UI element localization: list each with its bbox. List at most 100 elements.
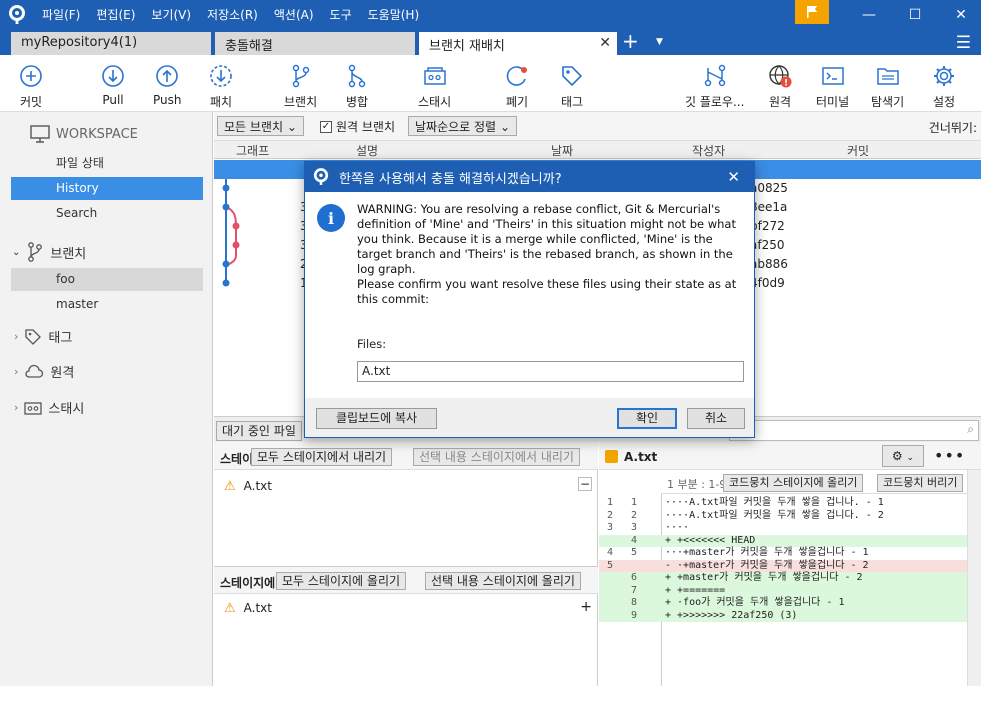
stash-button[interactable]: 스태시	[418, 63, 451, 110]
sidebar-item-history[interactable]: History	[11, 177, 203, 200]
stage-hunk-button[interactable]: 코드뭉치 스테이지에 올리기	[723, 474, 864, 492]
diff-pane: A.txt ⚙ ⌄ ••• 1 부분 : 1-9 코드뭉치 스테이지에 올리기 …	[599, 442, 981, 686]
tab-myrepository4[interactable]: myRepository4(1)	[11, 32, 211, 55]
close-icon[interactable]: ✕	[727, 168, 740, 186]
terminal-label: 터미널	[816, 95, 850, 109]
tab-branch-rebase[interactable]: 브랜치 재배치 ✕	[419, 32, 617, 55]
branches-header[interactable]: ⌄ 브랜치	[12, 242, 86, 262]
gear-icon	[934, 66, 954, 86]
menu-actions[interactable]: 액션(A)	[274, 6, 314, 23]
sidebar-item-search[interactable]: Search	[11, 202, 203, 225]
diff-line: 4 5 ···+master가 커밋을 두개 쌓을겁니다 - 1	[606, 547, 869, 558]
tag-button[interactable]: 태그	[559, 63, 585, 110]
menu-help[interactable]: 도움말(H)	[368, 6, 420, 23]
search-input[interactable]: ⌕	[729, 420, 979, 441]
commit-hash: a0825	[750, 181, 788, 195]
git-flow-label: 깃 플로우...	[685, 95, 745, 109]
skip-label: 건너뛰기:	[928, 121, 977, 135]
unstage-selected-button[interactable]: 선택 내용 스테이지에서 내리기	[413, 448, 580, 466]
chevron-down-icon[interactable]: ▼	[656, 37, 663, 47]
explorer-button[interactable]: 탐색기	[871, 63, 904, 110]
git-flow-button[interactable]: 깃 플로우...	[685, 63, 744, 110]
sidebar-item-branch-master[interactable]: master	[11, 293, 203, 316]
menu-view[interactable]: 보기(V)	[151, 6, 191, 23]
discard-button[interactable]: 폐기	[504, 63, 530, 110]
pull-icon	[102, 65, 124, 87]
staging-panel: 스테이 모두 스테이지에서 내리기 선택 내용 스테이지에서 내리기 ⚠ A.t…	[214, 442, 598, 686]
column-date[interactable]: 날짜	[551, 142, 573, 159]
branch-button[interactable]: 브랜치	[284, 63, 317, 110]
minimize-button[interactable]: —	[846, 0, 892, 29]
globe-icon: !	[769, 65, 792, 89]
flag-icon[interactable]	[795, 0, 829, 24]
diff-scrollbar[interactable]	[967, 470, 981, 686]
add-tab-button[interactable]: +	[622, 29, 639, 53]
ok-button[interactable]: 확인	[617, 408, 677, 429]
tab-conflict-resolution[interactable]: 충돌해결	[215, 32, 415, 55]
diff-line: 3 3 ····	[606, 522, 690, 533]
copy-to-clipboard-button[interactable]: 클립보드에 복사	[316, 408, 437, 429]
discard-hunk-button[interactable]: 코드뭉치 버리기	[877, 474, 964, 492]
minus-icon[interactable]: −	[578, 477, 592, 491]
files-field[interactable]: A.txt	[357, 361, 744, 382]
column-description[interactable]: 설명	[356, 142, 378, 159]
merge-button[interactable]: 병합	[344, 63, 370, 110]
branch-icon	[292, 64, 309, 88]
pull-button[interactable]: Pull	[100, 63, 126, 107]
stage-all-button[interactable]: 모두 스테이지에 올리기	[276, 572, 407, 590]
remotes-header[interactable]: › 원격	[14, 362, 74, 381]
more-icon[interactable]: •••	[934, 446, 965, 465]
unstaged-file-row[interactable]: ⚠ A.txt +	[214, 597, 598, 619]
stage-selected-button[interactable]: 선택 내용 스테이지에 올리기	[425, 572, 581, 590]
column-graph[interactable]: 그래프	[236, 142, 269, 159]
close-icon[interactable]: ✕	[599, 35, 611, 51]
dialog-confirm-text: Please confirm you want resolve these fi…	[357, 277, 737, 306]
warning-icon: ⚠	[224, 478, 236, 494]
staged-header-label: 스테이	[220, 452, 254, 466]
menu-tools[interactable]: 도구	[330, 6, 352, 23]
chevron-right-icon: ›	[14, 401, 19, 414]
maximize-button[interactable]: ☐	[892, 0, 938, 29]
patch-button[interactable]: 패치	[208, 63, 234, 110]
terminal-button[interactable]: 터미널	[816, 63, 849, 110]
menu-edit[interactable]: 편집(E)	[96, 6, 135, 23]
menu-file[interactable]: 파일(F)	[42, 6, 80, 23]
stash-label: 스태시	[418, 95, 452, 109]
commit-label: 커밋	[19, 95, 43, 109]
column-author[interactable]: 작성자	[692, 142, 725, 159]
commit-hash: bf272	[750, 219, 785, 233]
cancel-button[interactable]: 취소	[687, 408, 745, 429]
files-label: Files:	[357, 337, 387, 351]
push-button[interactable]: Push	[153, 63, 182, 107]
column-commit[interactable]: 커밋	[847, 142, 869, 159]
remote-branches-toggle[interactable]: ✓ 원격 브랜치	[320, 118, 395, 135]
diff-line-added: 8 + ·foo가 커밋을 두개 쌓을겁니다 - 1	[599, 597, 967, 610]
chevron-down-icon: ⌄	[499, 120, 510, 134]
menu-bar: 파일(F) 편집(E) 보기(V) 저장소(R) 액션(A) 도구 도움말(H)	[42, 6, 419, 23]
diff-filename: A.txt	[624, 450, 658, 464]
sidebar-item-file-status[interactable]: 파일 상태	[11, 152, 203, 175]
terminal-icon	[821, 67, 844, 85]
commit-button[interactable]: 커밋	[18, 63, 44, 110]
unstage-all-button[interactable]: 모두 스테이지에서 내리기	[251, 448, 393, 466]
staged-file-row[interactable]: ⚠ A.txt −	[214, 475, 598, 497]
diff-options-button[interactable]: ⚙ ⌄	[882, 445, 924, 467]
explorer-label: 탐색기	[871, 95, 905, 109]
stashes-header[interactable]: › 스태시	[14, 398, 84, 417]
branch-filter-dropdown[interactable]: 모든 브랜치 ⌄	[217, 116, 304, 136]
sort-dropdown[interactable]: 날짜순으로 정렬 ⌄	[408, 116, 517, 136]
diff-header: A.txt ⚙ ⌄ •••	[599, 442, 981, 470]
tags-header[interactable]: › 태그	[14, 327, 72, 346]
folder-icon	[876, 68, 899, 85]
hamburger-menu-icon[interactable]: ☰	[956, 33, 971, 53]
pending-files-dropdown[interactable]: 대기 중인 파일	[216, 421, 302, 441]
close-window-button[interactable]: ✕	[938, 0, 981, 29]
sidebar-item-branch-foo[interactable]: foo	[11, 268, 203, 291]
menu-repository[interactable]: 저장소(R)	[207, 6, 258, 23]
plus-icon[interactable]: +	[580, 599, 592, 615]
tag-icon	[562, 66, 583, 87]
remote-button[interactable]: ! 원격	[767, 63, 793, 110]
settings-button[interactable]: 설정	[931, 63, 957, 110]
unstaged-header: 스테이지에 모두 스테이지에 올리기 선택 내용 스테이지에 올리기	[214, 566, 598, 594]
checkbox-checked[interactable]: ✓	[320, 120, 332, 133]
